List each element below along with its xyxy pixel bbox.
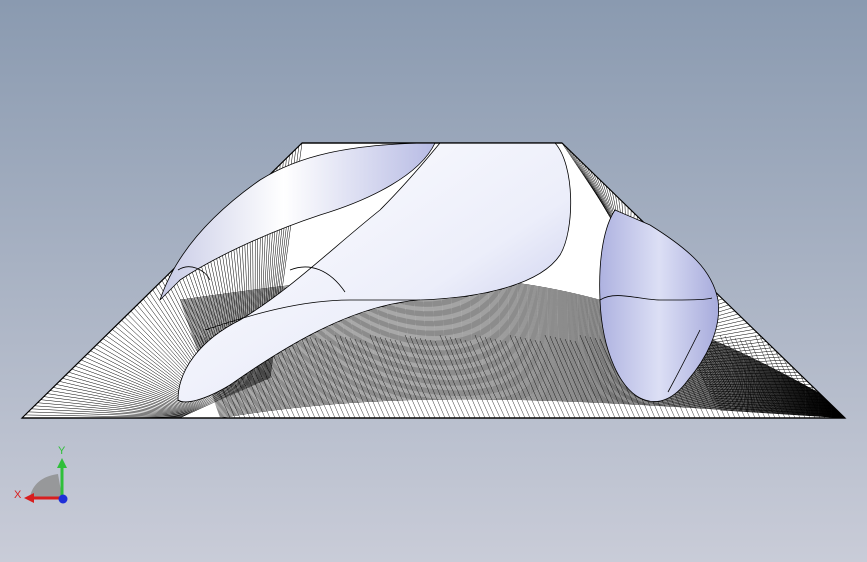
coordinate-triad: Y X: [10, 440, 80, 510]
z-axis-dot: [58, 494, 68, 504]
y-axis-arrowhead: [57, 458, 67, 468]
x-axis-arrowhead: [24, 493, 34, 503]
model-view[interactable]: [0, 0, 867, 562]
graphics-viewport[interactable]: [0, 0, 867, 562]
triad-plane-icon: [30, 474, 62, 497]
x-axis-label: X: [14, 489, 22, 501]
y-axis-label: Y: [58, 445, 66, 457]
